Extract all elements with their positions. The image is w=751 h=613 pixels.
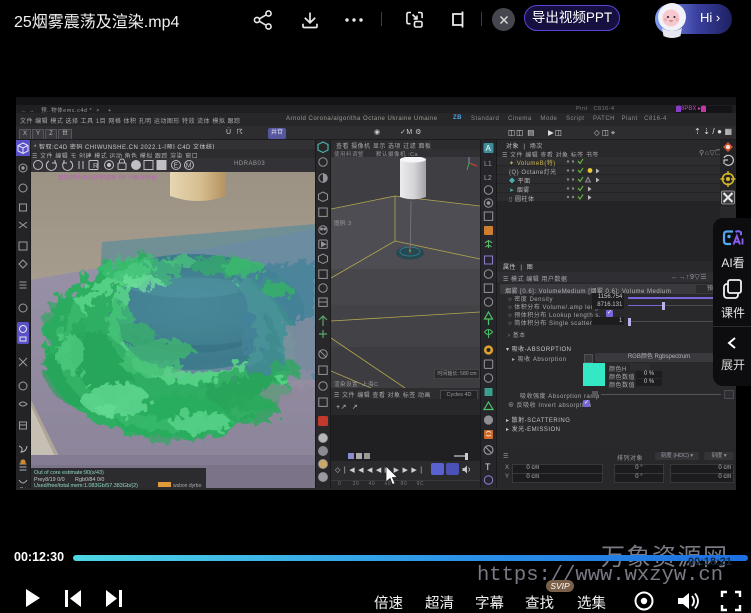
svg-text:wsbon dyrbo: wsbon dyrbo [173, 483, 202, 488]
svg-text:T: T [485, 462, 491, 472]
svg-text:塑性(排除)(Be)(排除)密度:180 子值(系统值): 塑性(排除)(Be)(排除)密度:180 子值(系统值) [58, 173, 157, 181]
svg-text:E: E [174, 163, 179, 170]
svg-text:图例: 3: 图例: 3 [334, 219, 351, 227]
svg-text:Used/free/total mem:1.083Gb/57: Used/free/total mem:1.083Gb/57.383Gb/(2) [34, 483, 138, 488]
svg-text:L2: L2 [484, 175, 492, 182]
svg-text:R: R [93, 163, 98, 170]
svg-text:M: M [186, 163, 192, 170]
svg-text:A: A [486, 144, 492, 153]
svg-text:L1: L1 [484, 161, 492, 168]
svg-text:Out of core estimate:90(x/43): Out of core estimate:90(x/43) [34, 470, 104, 476]
